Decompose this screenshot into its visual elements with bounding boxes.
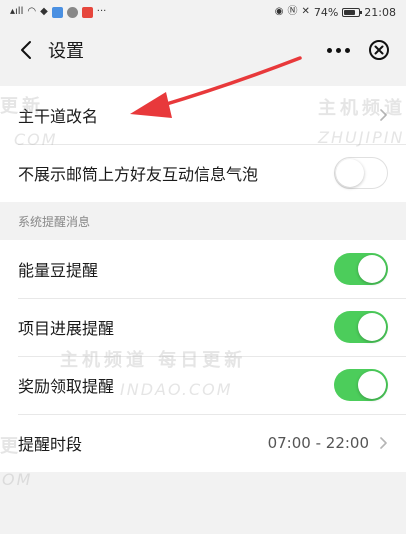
battery-percent: 74% xyxy=(313,5,339,19)
eye-icon: ◉ xyxy=(274,6,284,17)
toggle-knob xyxy=(358,371,386,399)
project-progress-reminder-row: 项目进展提醒 xyxy=(0,298,406,356)
nav-bar: 设置 xyxy=(0,24,406,76)
settings-group: 主干道改名 不展示邮筒上方好友互动信息气泡 xyxy=(0,86,406,202)
more-dot xyxy=(327,47,332,53)
battery-level-fill xyxy=(344,9,355,15)
hide-bubble-toggle[interactable] xyxy=(334,157,388,189)
hide-bubble-row: 不展示邮筒上方好友互动信息气泡 xyxy=(0,144,406,202)
app-notification-icon xyxy=(51,6,63,18)
toggle-knob xyxy=(336,158,364,187)
status-time: 21:08 xyxy=(364,5,396,19)
watermark-text: OM xyxy=(2,470,33,489)
close-button[interactable] xyxy=(368,39,390,61)
spacer xyxy=(0,76,406,86)
rename-road-row[interactable]: 主干道改名 xyxy=(0,86,406,144)
status-right-icons: ◉ Ⓝ ✕ 74% 21:08 xyxy=(275,6,396,19)
reminder-period-label: 提醒时段 xyxy=(18,435,83,454)
more-dot xyxy=(345,47,350,53)
back-button[interactable] xyxy=(12,36,40,64)
project-progress-reminder-toggle[interactable] xyxy=(334,311,388,343)
battery-icon xyxy=(342,7,363,17)
wifi-icon: ◠ xyxy=(27,6,37,17)
status-bar: ▴ıll ◠ ◆ ··· ◉ Ⓝ ✕ 74% 21:08 xyxy=(0,0,406,24)
more-button[interactable] xyxy=(327,47,350,53)
signal-icon: ▴ıll xyxy=(10,6,24,17)
reminder-period-row[interactable]: 提醒时段 07:00 - 22:00 xyxy=(0,414,406,472)
hide-bubble-label: 不展示邮筒上方好友互动信息气泡 xyxy=(18,165,259,184)
reminders-group: 能量豆提醒 项目进展提醒 奖励领取提醒 提醒时段 07:00 - 22:00 xyxy=(0,240,406,472)
project-progress-reminder-label: 项目进展提醒 xyxy=(18,319,115,338)
chevron-left-icon xyxy=(21,41,31,59)
reward-claim-reminder-toggle[interactable] xyxy=(334,369,388,401)
nfc-icon: Ⓝ xyxy=(287,6,298,17)
section-header: 系统提醒消息 xyxy=(0,202,406,240)
mute-icon: ✕ xyxy=(301,6,310,17)
reward-claim-reminder-label: 奖励领取提醒 xyxy=(18,377,115,396)
rename-road-label: 主干道改名 xyxy=(18,107,99,126)
energy-bean-reminder-label: 能量豆提醒 xyxy=(18,261,99,280)
chevron-right-icon xyxy=(380,109,387,121)
mini-program-capsule xyxy=(327,39,390,61)
app-notification-icon xyxy=(66,6,78,18)
notification-icon: ◆ xyxy=(40,6,48,17)
toggle-knob xyxy=(358,313,386,341)
energy-bean-reminder-row: 能量豆提醒 xyxy=(0,240,406,298)
more-notifications-icon: ··· xyxy=(96,6,107,17)
reward-claim-reminder-row: 奖励领取提醒 xyxy=(0,356,406,414)
status-left-icons: ▴ıll ◠ ◆ ··· xyxy=(10,6,106,18)
toggle-knob xyxy=(358,255,386,283)
app-notification-icon xyxy=(81,6,93,18)
reminder-period-value: 07:00 - 22:00 xyxy=(267,434,369,452)
page-title: 设置 xyxy=(48,41,84,62)
chevron-right-icon xyxy=(380,437,387,449)
energy-bean-reminder-toggle[interactable] xyxy=(334,253,388,285)
more-dot xyxy=(336,47,341,53)
